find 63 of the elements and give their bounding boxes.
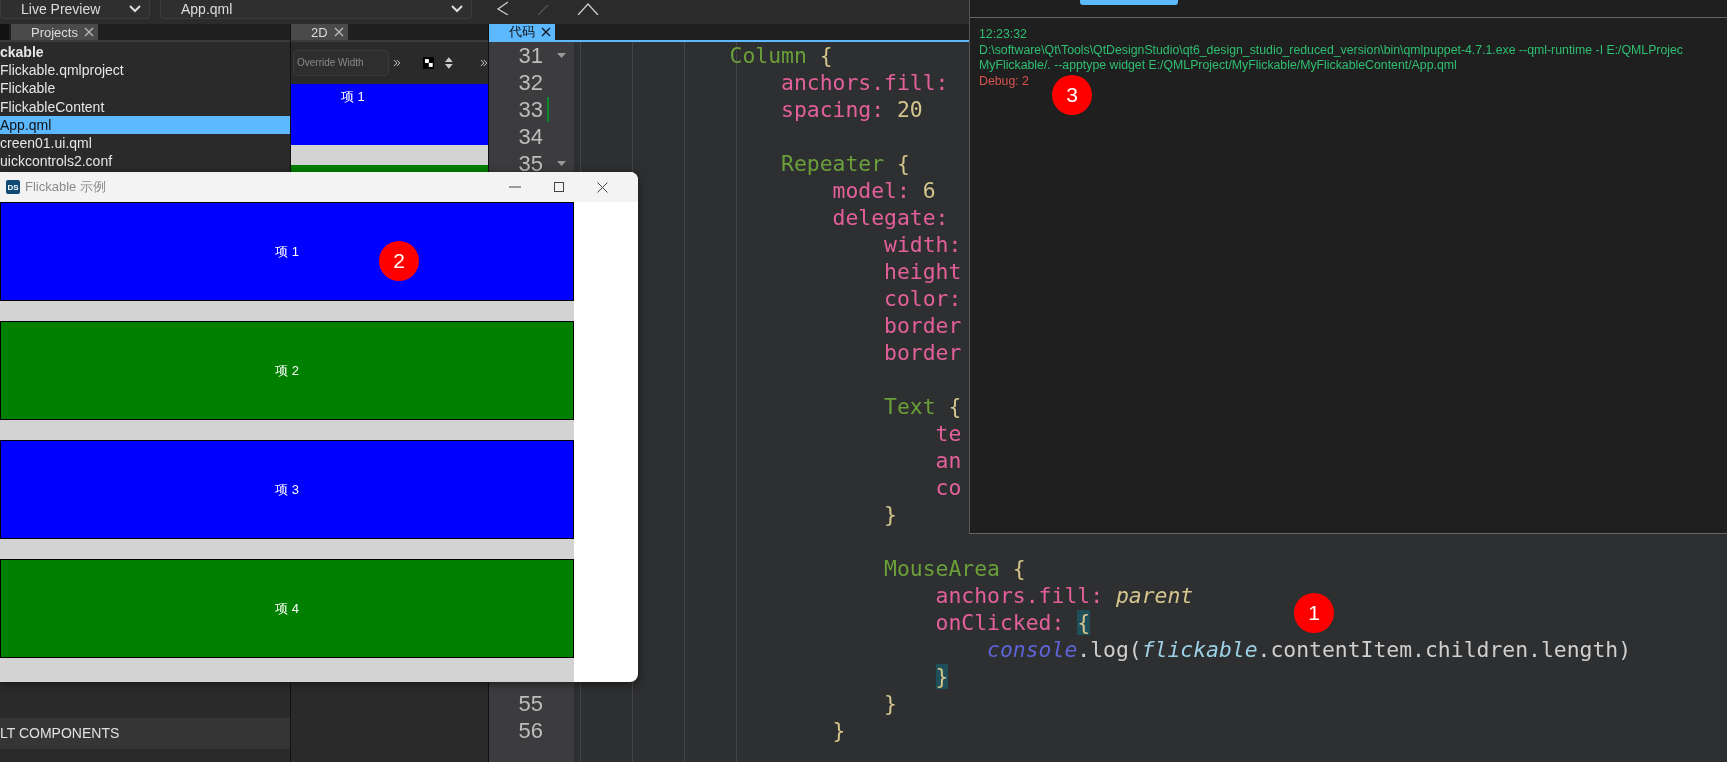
code-line: Repeater { — [781, 150, 910, 177]
line-number: 33 — [517, 96, 543, 123]
window-title: Flickable 示例 — [25, 178, 107, 196]
panel-tab[interactable]: 代码 — [489, 24, 555, 40]
chevrons-right-icon[interactable] — [393, 58, 401, 67]
chevron-down-icon — [451, 4, 463, 13]
line-number: 32 — [517, 69, 543, 96]
code-line: } — [884, 690, 897, 717]
code-line: spacing: 20 — [781, 96, 923, 123]
code-line: delegate: — [832, 204, 949, 231]
log-line: 12:23:32 — [979, 27, 1028, 43]
tree-item[interactable]: ckable — [0, 43, 290, 62]
list-item[interactable]: 项 4 — [0, 559, 574, 658]
code-line: } — [832, 717, 846, 744]
code-line: te — [935, 420, 962, 447]
tree-item[interactable]: uickcontrols2.conf — [0, 152, 290, 171]
list-item[interactable]: 项 3 — [0, 440, 574, 539]
code-line: anchors.fill: parent — [935, 582, 1194, 609]
line-number: 55 — [517, 690, 543, 717]
code-line: border — [884, 339, 962, 366]
code-line: height — [884, 258, 962, 285]
fold-arrow-icon[interactable] — [557, 161, 566, 166]
log-line: MyFlickable/. --apptype widget E:/QMLProject/MyFlickable/MyFlickableContent/App.qml — [979, 58, 1458, 74]
code-line: Column { — [729, 42, 833, 69]
panel-tab[interactable]: Projects — [11, 24, 98, 40]
code-line: an — [935, 447, 962, 474]
tree-item[interactable]: Flickable.qmlproject — [0, 61, 290, 80]
line-number: 31 — [517, 42, 543, 69]
code-line: MouseArea { — [884, 555, 1026, 582]
line-number: 34 — [517, 123, 543, 150]
app-logo: DS — [6, 180, 20, 194]
line-number: 35 — [517, 150, 543, 177]
code-line: co — [935, 474, 962, 501]
preview-mode-dropdown[interactable]: Live Preview — [0, 0, 150, 19]
up-down-icon[interactable] — [444, 55, 455, 70]
code-line: Text { — [884, 393, 962, 420]
tree-item[interactable]: Flickable — [0, 79, 290, 98]
chevrons-right-icon[interactable] — [480, 58, 488, 67]
back-icon[interactable] — [496, 1, 510, 15]
log-line: D:\software\Qt\Tools\QtDesignStudio\qt6_design_studio_reduced_version\bin\qmlpuppet-4.7.1.exe --qml-runtime -I E:/QMLProjec — [979, 42, 1684, 58]
section-header[interactable]: LT COMPONENTS — [0, 718, 290, 749]
panel-tab[interactable]: 2D — [291, 24, 348, 40]
chevron-down-icon — [129, 4, 141, 13]
tree-item[interactable]: FlickableContent — [0, 97, 290, 116]
line-number: 56 — [517, 717, 543, 744]
list-item[interactable]: 项 2 — [0, 321, 574, 420]
document-dropdown[interactable]: App.qml — [160, 0, 472, 19]
code-line: model: 6 — [832, 177, 936, 204]
preview-item: 项 1 — [291, 84, 488, 145]
code-line: border — [884, 312, 962, 339]
code-line: width: — [884, 231, 962, 258]
tree-item[interactable]: App.qml — [0, 115, 290, 134]
code-line: onClicked: { — [935, 609, 1091, 636]
override-width-field[interactable]: Override Width — [293, 49, 389, 76]
fold-arrow-icon[interactable] — [557, 53, 566, 58]
code-line: } — [884, 501, 897, 528]
code-line: color: — [884, 285, 962, 312]
code-line: console.log(flickable.contentItem.children.length) — [987, 636, 1632, 663]
checker-icon[interactable] — [422, 56, 435, 69]
code-line: anchors.fill: — [781, 69, 949, 96]
maximize-icon[interactable] — [554, 182, 564, 192]
log-line: Debug: 2 — [979, 73, 1030, 89]
tree-item[interactable]: creen01.ui.qml — [0, 133, 290, 153]
